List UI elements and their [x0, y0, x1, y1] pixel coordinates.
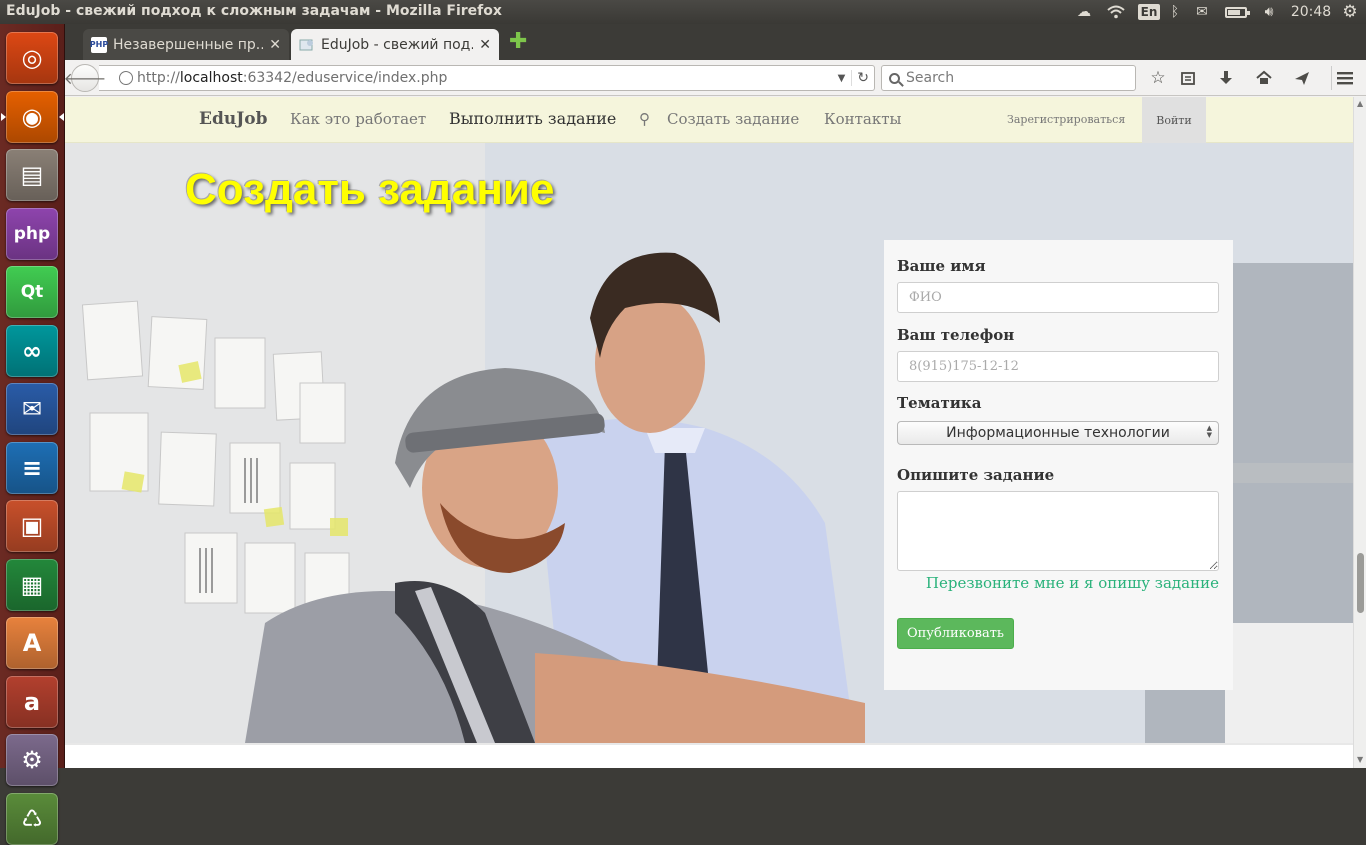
battery-icon[interactable] — [1222, 0, 1250, 24]
bluetooth-icon[interactable]: ᛒ — [1166, 0, 1184, 24]
keyboard-layout-indicator[interactable]: En — [1137, 0, 1161, 24]
navigation-toolbar: http://localhost:63342/eduservice/index.… — [64, 60, 1366, 96]
ubuntu-dash-icon[interactable]: ◎ — [6, 32, 58, 84]
topic-select[interactable]: Информационные технологии ▲ ▼ — [897, 421, 1219, 445]
tab-label: Незавершенные пр... — [113, 36, 264, 53]
site-navbar: EduJob Как это работает Выполнить задани… — [65, 97, 1353, 143]
site-brand[interactable]: EduJob — [199, 109, 267, 129]
focused-app-indicator — [59, 112, 64, 121]
create-task-form: Ваше имя Ваш телефон Тематика Информацио… — [884, 240, 1233, 690]
keyboard-layout-label: En — [1137, 4, 1161, 20]
close-tab-icon[interactable]: ✕ — [269, 37, 281, 53]
share-icon[interactable] — [1289, 66, 1315, 90]
select-updown-icon: ▲ ▼ — [1206, 424, 1212, 439]
impress-icon[interactable]: ▣ — [6, 500, 58, 552]
writer-icon[interactable]: ≡ — [6, 441, 58, 494]
tab-bar: PHP Незавершенные пр... ✕ EduJob - свежи… — [65, 24, 1366, 60]
describe-textarea[interactable] — [897, 491, 1219, 571]
bookmark-star-icon[interactable]: ☆ — [1145, 66, 1171, 90]
search-icon — [889, 72, 900, 84]
phpstorm-favicon-icon: PHP — [90, 36, 108, 53]
site-identity-globe-icon[interactable] — [119, 71, 133, 85]
topic-select-value: Информационные технологии — [946, 425, 1170, 441]
wifi-icon[interactable] — [1104, 0, 1128, 24]
phone-input[interactable] — [897, 351, 1219, 382]
top-panel: EduJob - свежий подход к сложным задачам… — [0, 0, 1366, 24]
amazon-icon[interactable]: a — [6, 675, 58, 728]
nav-login-label: Войти — [1156, 113, 1192, 127]
hero-section: Создать задание Ваше имя Ваш телефон Тем… — [65, 143, 1353, 743]
callback-link[interactable]: Перезвоните мне и я опишу задание — [926, 574, 1219, 592]
clock[interactable]: 20:48 — [1288, 0, 1334, 24]
reading-list-icon[interactable] — [1175, 66, 1201, 90]
page-below-hero — [65, 743, 1353, 768]
nav-contacts[interactable]: Контакты — [824, 110, 902, 128]
downloads-icon[interactable] — [1213, 66, 1239, 90]
publish-button-label: Опубликовать — [906, 626, 1004, 641]
trash-icon[interactable]: ♺ — [6, 792, 58, 845]
page-viewport: EduJob Как это работает Выполнить задани… — [65, 97, 1353, 768]
qt-creator-icon[interactable]: Qt — [6, 266, 58, 318]
nav-create-task[interactable]: Создать задание — [667, 110, 799, 128]
volume-icon[interactable]: 🔊︎ — [1256, 0, 1282, 24]
nav-how-it-works[interactable]: Как это работает — [290, 110, 426, 128]
tab-edujob[interactable]: EduJob - свежий под... ✕ — [291, 29, 499, 60]
menu-hamburger-icon[interactable] — [1331, 66, 1357, 90]
nav-register[interactable]: Зарегистрироваться — [1007, 113, 1125, 126]
search-placeholder: Search — [906, 70, 955, 86]
url-scheme: http:// — [137, 70, 180, 86]
running-app-indicator — [1, 112, 6, 121]
close-tab-icon[interactable]: ✕ — [479, 37, 491, 53]
name-input[interactable] — [897, 282, 1219, 313]
phone-label: Ваш телефон — [897, 326, 1015, 344]
firefox-icon[interactable]: ◉ — [6, 90, 58, 143]
scrollbar-thumb[interactable] — [1357, 553, 1364, 613]
describe-label: Опишите задание — [897, 466, 1055, 484]
url-bar[interactable]: http://localhost:63342/eduservice/index.… — [99, 65, 875, 91]
system-settings-icon[interactable]: ⚙ — [6, 734, 58, 786]
power-gear-icon[interactable]: ⚙ — [1338, 0, 1362, 24]
nav-login[interactable]: Войти — [1142, 97, 1206, 143]
reload-icon[interactable]: ↻ — [851, 70, 874, 86]
scroll-up-arrow-icon[interactable]: ▲ — [1357, 99, 1363, 108]
tab-php-unfinished[interactable]: PHP Незавершенные пр... ✕ — [83, 29, 289, 60]
page-scrollbar[interactable]: ▲ ▼ — [1353, 97, 1366, 768]
tab-label: EduJob - свежий под... — [321, 36, 474, 53]
topic-label: Тематика — [897, 394, 982, 412]
url-path: :63342/eduservice/index.php — [242, 70, 448, 86]
firefox-window: PHP Незавершенные пр... ✕ EduJob - свежи… — [64, 24, 1366, 768]
page-favicon-icon — [299, 37, 315, 53]
files-icon[interactable]: ▤ — [6, 149, 58, 201]
thunderbird-icon[interactable]: ✉ — [6, 383, 58, 435]
arduino-icon[interactable]: ∞ — [6, 324, 58, 377]
scroll-down-arrow-icon[interactable]: ▼ — [1357, 755, 1363, 764]
calc-icon[interactable]: ▦ — [6, 558, 58, 611]
mail-icon[interactable]: ✉ — [1190, 0, 1214, 24]
home-icon[interactable] — [1251, 66, 1277, 90]
url-text[interactable]: http://localhost:63342/eduservice/index.… — [137, 70, 838, 86]
software-center-icon[interactable]: A — [6, 617, 58, 669]
url-host: localhost — [179, 70, 243, 86]
nav-do-task[interactable]: Выполнить задание — [449, 109, 616, 128]
phpstorm-icon[interactable]: php — [6, 207, 58, 260]
pushpin-icon: ⚲ — [639, 110, 650, 128]
back-arrow-icon: 🡐 — [63, 69, 107, 88]
back-button[interactable]: 🡐 — [64, 64, 106, 92]
unity-launcher: ◎ ◉ ▤ php Qt ∞ ✉ ≡ ▣ ▦ Aa ⚙ ♺ — [0, 24, 65, 845]
search-bar[interactable]: Search — [881, 65, 1136, 91]
url-history-dropdown-icon[interactable]: ▼ — [838, 73, 846, 84]
new-tab-plus-icon[interactable]: ✚ — [509, 31, 527, 53]
hero-title: Создать задание — [185, 165, 555, 214]
cloud-icon[interactable]: ☁ — [1072, 0, 1096, 24]
name-label: Ваше имя — [897, 257, 986, 275]
window-title: EduJob - свежий подход к сложным задачам… — [6, 3, 502, 19]
publish-button[interactable]: Опубликовать — [897, 618, 1014, 649]
